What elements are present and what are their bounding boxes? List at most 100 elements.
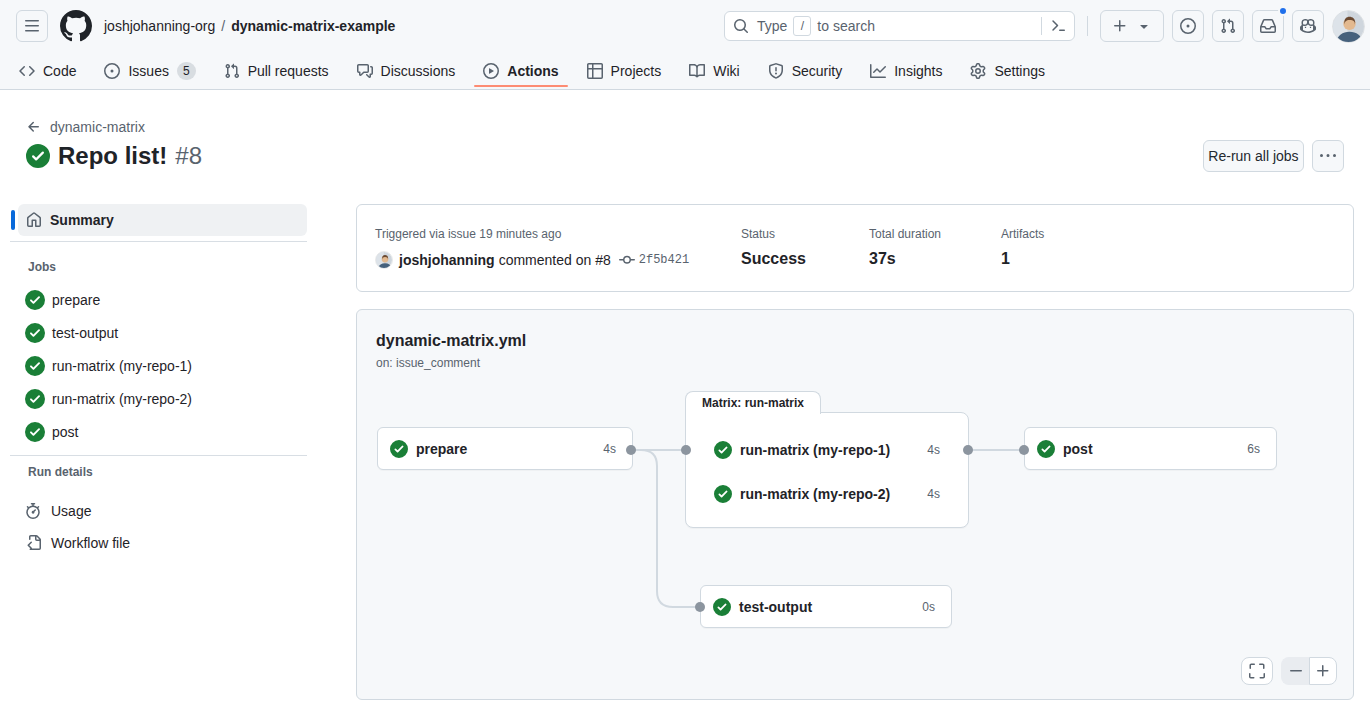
git-pull-request-icon <box>1220 18 1236 34</box>
breadcrumb: joshjohanning-org / dynamic-matrix-examp… <box>104 18 395 34</box>
workflow-trigger: on: issue_comment <box>376 356 480 370</box>
page: joshjohanning-org / dynamic-matrix-examp… <box>0 0 1370 718</box>
issues-button[interactable] <box>1172 10 1204 42</box>
tab-settings[interactable]: Settings <box>961 52 1054 89</box>
global-header: joshjohanning-org / dynamic-matrix-examp… <box>0 0 1370 52</box>
node-duration: 4s <box>927 443 940 457</box>
workflow-file-name: dynamic-matrix.yml <box>376 332 526 350</box>
graph-node-prepare[interactable]: prepare 4s <box>377 427 633 470</box>
copilot-button[interactable] <box>1292 10 1324 42</box>
arrow-left-icon <box>26 119 42 135</box>
github-logo[interactable] <box>60 10 92 42</box>
breadcrumb-repo[interactable]: dynamic-matrix-example <box>231 18 395 34</box>
tab-discussions[interactable]: Discussions <box>348 52 465 89</box>
tab-issues[interactable]: Issues 5 <box>95 52 204 89</box>
search-input[interactable]: Type / to search <box>724 11 1075 41</box>
sidebar-divider <box>10 455 307 456</box>
sidebar-job-run-matrix-2[interactable]: run-matrix (my-repo-2) <box>10 382 307 415</box>
sidebar-item-workflow-file[interactable]: Workflow file <box>10 527 307 559</box>
tab-label: Actions <box>507 63 558 79</box>
sidebar-job-test-output[interactable]: test-output <box>10 316 307 349</box>
tab-security[interactable]: Security <box>759 52 852 89</box>
fullscreen-button[interactable] <box>1241 657 1273 685</box>
artifacts-column: Artifacts 1 <box>1001 226 1044 291</box>
actor-avatar[interactable] <box>375 251 393 269</box>
repo-nav: Code Issues 5 Pull requests Discussions … <box>0 52 1370 90</box>
node-label: run-matrix (my-repo-1) <box>740 442 927 458</box>
run-sidebar: Summary Jobs prepare test-output run-mat… <box>10 204 307 559</box>
node-label: test-output <box>739 599 922 615</box>
pull-requests-button[interactable] <box>1212 10 1244 42</box>
back-to-workflow-link[interactable]: dynamic-matrix <box>26 119 145 135</box>
rerun-all-jobs-button[interactable]: Re-run all jobs <box>1203 140 1304 172</box>
node-duration: 6s <box>1247 442 1260 456</box>
trigger-actor-row: joshjohanning commented on #8 2f5b421 <box>375 251 741 269</box>
node-label: post <box>1063 441 1247 457</box>
search-inner-divider <box>1041 17 1042 35</box>
hamburger-menu-button[interactable] <box>16 10 48 42</box>
run-menu-button[interactable] <box>1312 140 1344 172</box>
sidebar-job-run-matrix-1[interactable]: run-matrix (my-repo-1) <box>10 349 307 382</box>
repo-nav-tabs: Code Issues 5 Pull requests Discussions … <box>10 52 1054 89</box>
graph-controls <box>1241 657 1337 685</box>
sidebar-job-prepare[interactable]: prepare <box>10 283 307 316</box>
duration-value: 37s <box>869 250 1001 268</box>
run-title-row: Repo list! #8 <box>26 142 202 170</box>
node-success-icon <box>1037 440 1055 458</box>
job-label: test-output <box>52 325 118 341</box>
tab-wiki[interactable]: Wiki <box>680 52 748 89</box>
play-icon <box>483 63 499 79</box>
tab-pull-requests[interactable]: Pull requests <box>215 52 338 89</box>
search-icon <box>733 18 749 34</box>
code-icon <box>19 63 35 79</box>
tab-code[interactable]: Code <box>10 52 85 89</box>
node-duration: 4s <box>927 487 940 501</box>
node-duration: 0s <box>922 600 935 614</box>
actor-login[interactable]: joshjohanning <box>399 252 495 268</box>
command-palette-icon[interactable] <box>1050 18 1066 34</box>
git-pull-request-icon <box>224 63 240 79</box>
three-bars-icon <box>24 18 40 34</box>
job-success-icon <box>25 356 45 376</box>
node-label: prepare <box>416 441 603 457</box>
tab-projects[interactable]: Projects <box>578 52 671 89</box>
sidebar-divider <box>10 241 307 242</box>
breadcrumb-org[interactable]: joshjohanning-org <box>104 18 215 34</box>
sidebar-item-usage[interactable]: Usage <box>10 495 307 527</box>
graph-node-post[interactable]: post 6s <box>1024 427 1277 470</box>
tab-insights[interactable]: Insights <box>861 52 951 89</box>
graph-node-run-matrix-2[interactable]: run-matrix (my-repo-2) 4s <box>686 476 968 512</box>
plus-icon <box>1315 663 1331 679</box>
job-label: post <box>52 424 78 440</box>
duration-column: Total duration 37s <box>869 226 1001 291</box>
tab-label: Wiki <box>713 63 739 79</box>
header-divider <box>1087 16 1088 36</box>
home-icon <box>26 212 42 228</box>
node-success-icon <box>390 440 408 458</box>
matrix-group: Matrix: run-matrix run-matrix (my-repo-1… <box>685 412 969 528</box>
create-new-button[interactable] <box>1100 10 1164 42</box>
caret-down-icon <box>1136 18 1152 34</box>
sidebar-job-post[interactable]: post <box>10 415 307 448</box>
graph-icon <box>870 63 886 79</box>
zoom-out-button[interactable] <box>1281 657 1309 685</box>
status-label: Status <box>741 226 869 242</box>
node-label: run-matrix (my-repo-2) <box>740 486 927 502</box>
graph-node-run-matrix-1[interactable]: run-matrix (my-repo-1) 4s <box>686 432 968 468</box>
sidebar-item-summary[interactable]: Summary <box>18 204 307 236</box>
unread-notification-dot <box>1278 6 1288 16</box>
github-mark-icon <box>60 10 92 42</box>
issues-counter-badge: 5 <box>177 62 196 80</box>
matrix-group-label: Matrix: run-matrix <box>685 391 821 414</box>
trigger-label: Triggered via issue 19 minutes ago <box>375 226 741 242</box>
zoom-in-button[interactable] <box>1309 657 1337 685</box>
graph-node-test-output[interactable]: test-output 0s <box>700 585 952 628</box>
trigger-action: commented on #8 <box>499 252 611 268</box>
tab-actions[interactable]: Actions <box>474 52 567 89</box>
commit-sha-link[interactable]: 2f5b421 <box>639 253 689 267</box>
job-success-icon <box>25 323 45 343</box>
user-avatar[interactable] <box>1332 10 1365 43</box>
trigger-info: Triggered via issue 19 minutes ago joshj… <box>375 226 741 291</box>
book-icon <box>689 63 705 79</box>
kebab-icon <box>1320 148 1336 164</box>
